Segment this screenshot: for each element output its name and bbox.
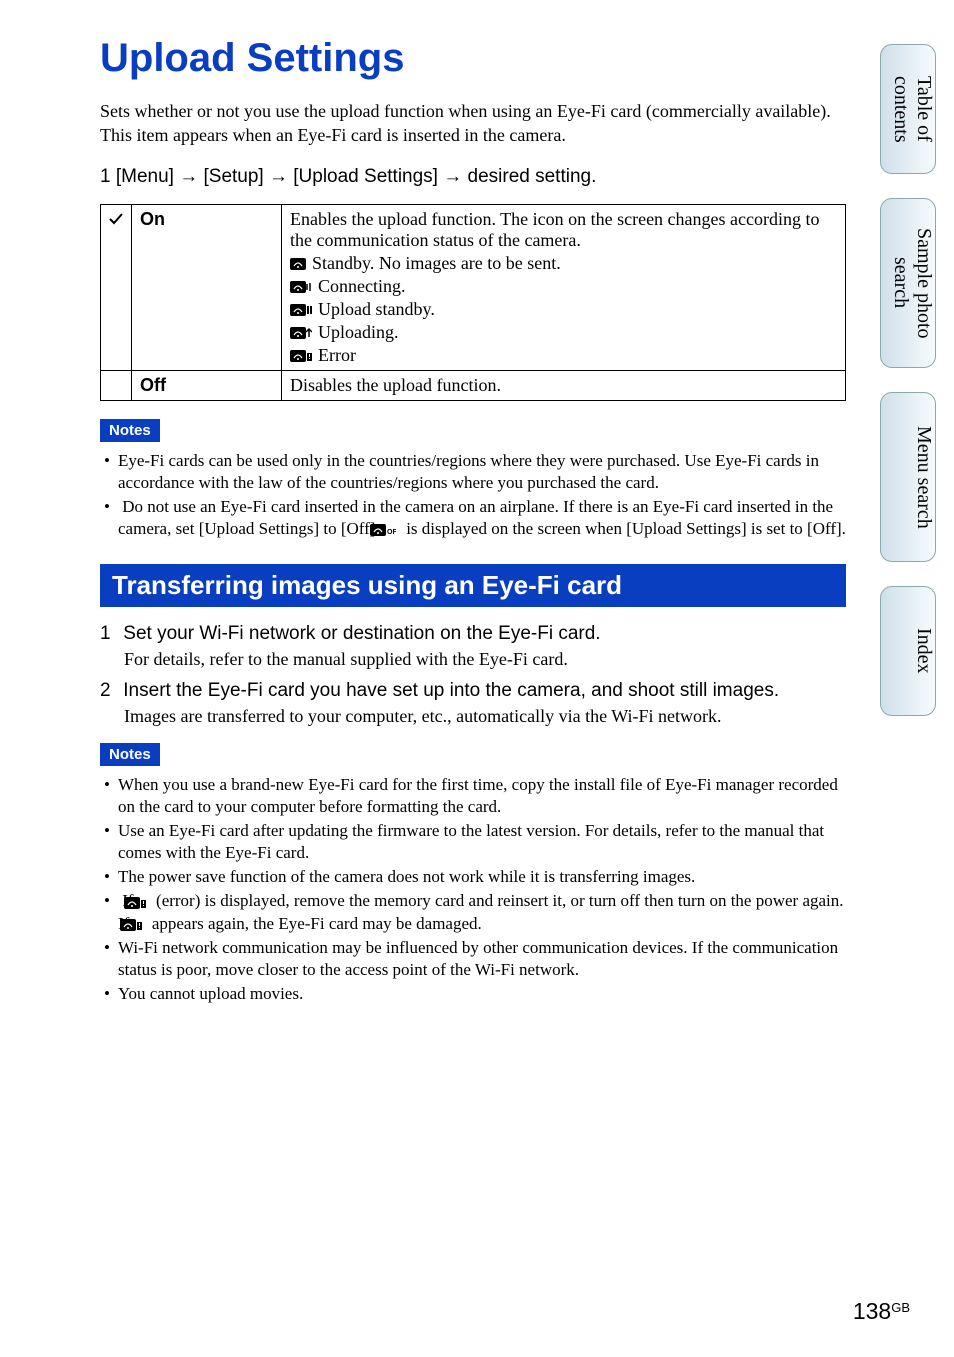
option-off-description: Disables the upload function. (282, 370, 846, 400)
wifi-off-icon: OFF (384, 524, 396, 536)
list-item: When you use a brand-new Eye-Fi card for… (100, 774, 846, 818)
note-text-post: appears again, the Eye-Fi card may be da… (148, 914, 482, 933)
wifi-upload-standby-icon (290, 304, 312, 316)
tab-menu-search[interactable]: Menu search (880, 392, 936, 562)
wifi-standby-icon (290, 258, 306, 270)
option-off-label: Off (132, 370, 282, 400)
status-upload-standby: Upload standby. (318, 299, 435, 319)
step-heading: Insert the Eye-Fi card you have set up i… (123, 680, 779, 701)
list-item: If (error) is displayed, remove the memo… (100, 890, 846, 934)
step-number: 1 (100, 623, 118, 645)
list-item: Wi-Fi network communication may be influ… (100, 937, 846, 981)
tab-table-of-contents[interactable]: Table of contents (880, 44, 936, 174)
option-on-lead: Enables the upload function. The icon on… (290, 209, 820, 250)
step-1: 1 Set your Wi-Fi network or destination … (100, 623, 846, 670)
svg-text:OFF: OFF (387, 529, 396, 536)
steps-list: 1 Set your Wi-Fi network or destination … (100, 623, 846, 727)
tab-index[interactable]: Index (880, 586, 936, 716)
main-content: Upload Settings Sets whether or not you … (100, 36, 846, 1029)
list-item: The power save function of the camera do… (100, 866, 846, 888)
step-2: 2 Insert the Eye-Fi card you have set up… (100, 680, 846, 727)
tab-sample-photo-search[interactable]: Sample photo search (880, 198, 936, 368)
page-number-value: 138 (853, 1298, 891, 1324)
step-body: For details, refer to the manual supplie… (124, 649, 846, 670)
table-row: Off Disables the upload function. (101, 370, 846, 400)
option-on-description: Enables the upload function. The icon on… (282, 204, 846, 370)
wifi-uploading-icon (290, 327, 312, 339)
section-heading: Transferring images using an Eye-Fi card (100, 564, 846, 607)
step-number: 2 (100, 680, 118, 702)
notes-heading: Notes (100, 743, 160, 766)
wifi-connecting-icon (290, 281, 312, 293)
options-table: On Enables the upload function. The icon… (100, 204, 846, 401)
wifi-error-icon (290, 350, 312, 362)
status-standby: Standby. No images are to be sent. (312, 253, 561, 273)
table-row: On Enables the upload function. The icon… (101, 204, 846, 370)
intro-text: Sets whether or not you use the upload f… (100, 99, 846, 148)
notes-list-2: When you use a brand-new Eye-Fi card for… (100, 774, 846, 1005)
status-uploading: Uploading. (318, 322, 399, 342)
page-number: 138GB (853, 1298, 910, 1325)
menu-path-step: 1 [Menu] → [Setup] → [Upload Settings] →… (100, 166, 846, 188)
status-error: Error (318, 345, 356, 365)
option-on-label: On (132, 204, 282, 370)
list-item: You cannot upload movies. (100, 983, 846, 1005)
wifi-error-icon (134, 919, 142, 931)
status-connecting: Connecting. (318, 276, 406, 296)
note-text-post: is displayed on the screen when [Upload … (402, 519, 846, 538)
table-cell-empty (101, 370, 132, 400)
default-check-icon (101, 204, 132, 370)
page-number-suffix: GB (891, 1300, 910, 1315)
step-heading: Set your Wi-Fi network or destination on… (123, 623, 600, 644)
list-item: Do not use an Eye-Fi card inserted in th… (100, 496, 846, 540)
notes-heading: Notes (100, 419, 160, 442)
notes-list-1: Eye-Fi cards can be used only in the cou… (100, 450, 846, 540)
wifi-error-icon (138, 897, 146, 909)
list-item: Eye-Fi cards can be used only in the cou… (100, 450, 846, 494)
step-body: Images are transferred to your computer,… (124, 706, 846, 727)
side-tabs: Table of contents Sample photo search Me… (880, 44, 936, 740)
list-item: Use an Eye-Fi card after updating the fi… (100, 820, 846, 864)
page-title: Upload Settings (100, 36, 846, 81)
